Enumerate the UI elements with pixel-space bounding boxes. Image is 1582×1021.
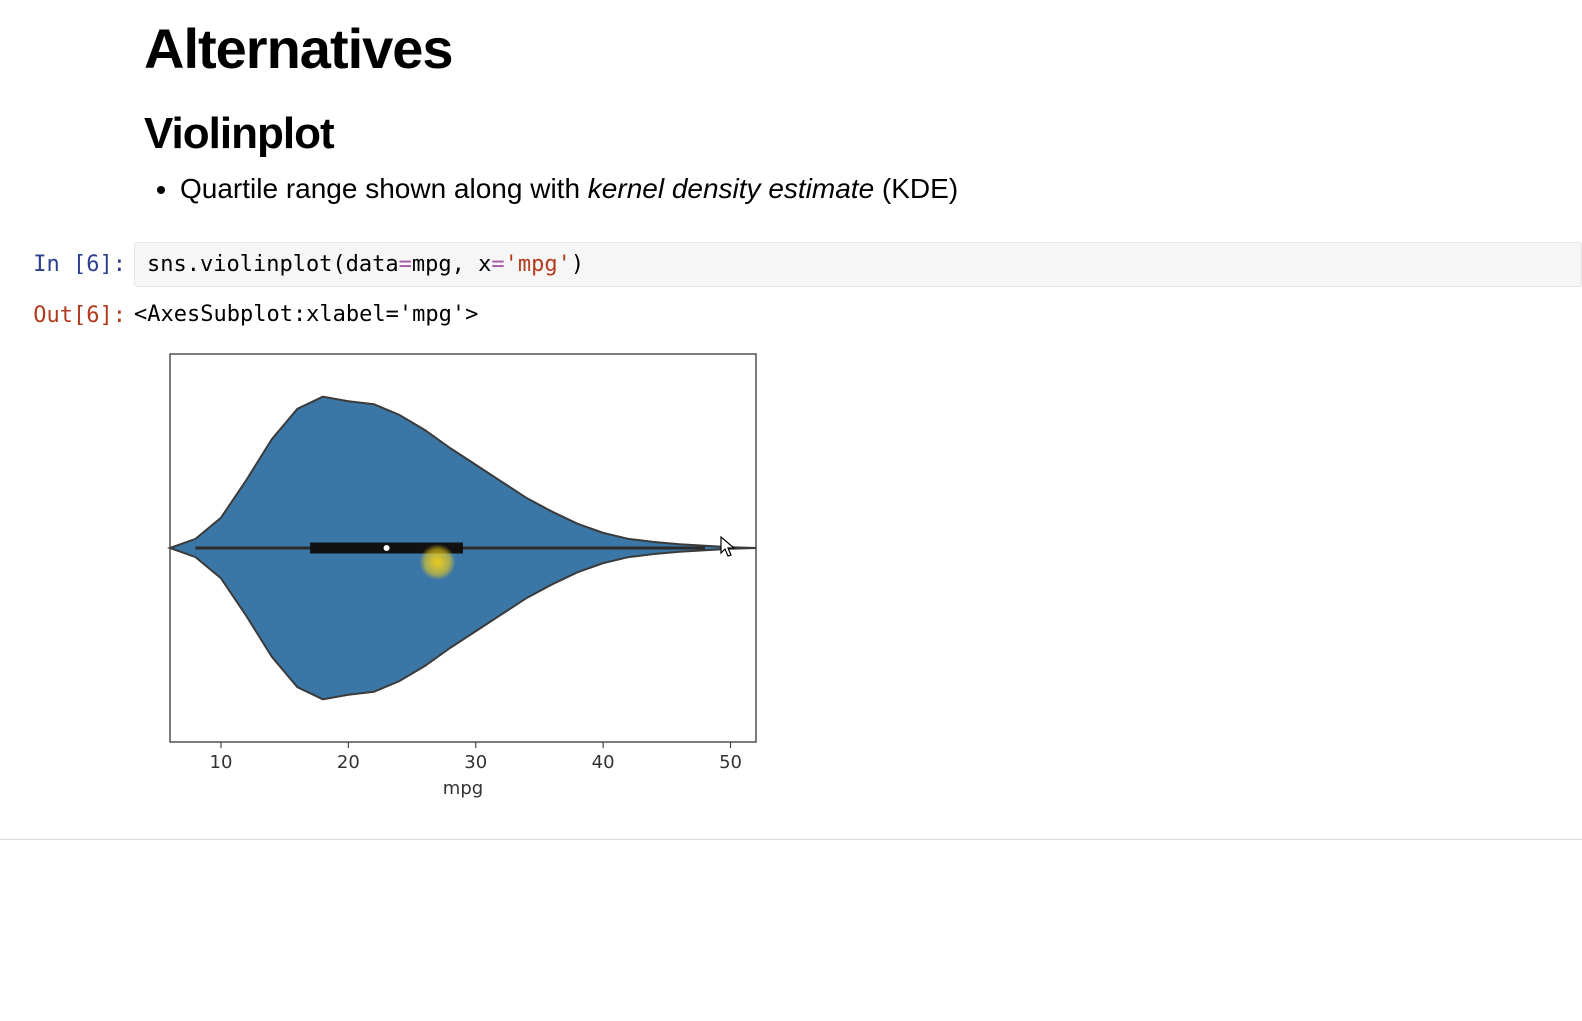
output-prompt: Out[6]: — [0, 293, 134, 328]
plot-output: 10 20 30 40 50 mpg — [158, 346, 1582, 811]
output-text: <AxesSubplot:xlabel='mpg'> — [134, 293, 1582, 327]
svg-text:30: 30 — [464, 752, 487, 773]
bullet-text-post: (KDE) — [874, 173, 958, 204]
input-cell: In [6]: sns.violinplot(data=mpg, x='mpg'… — [0, 242, 1582, 287]
heading-alternatives: Alternatives — [144, 16, 1582, 81]
svg-text:mpg: mpg — [443, 778, 483, 799]
output-cell: Out[6]: <AxesSubplot:xlabel='mpg'> — [0, 293, 1582, 328]
bullet-text-em: kernel density estimate — [588, 173, 874, 204]
svg-text:20: 20 — [337, 752, 360, 773]
cell-divider — [0, 839, 1582, 840]
svg-text:40: 40 — [592, 752, 615, 773]
markdown-cell: Alternatives Violinplot Quartile range s… — [0, 16, 1582, 206]
svg-text:50: 50 — [719, 752, 742, 773]
bullet-text-pre: Quartile range shown along with — [180, 173, 588, 204]
code-token: sns.violinplot(data — [147, 252, 399, 277]
bullet-list: Quartile range shown along with kernel d… — [180, 171, 1582, 206]
code-token: mpg, x — [412, 252, 491, 277]
input-code[interactable]: sns.violinplot(data=mpg, x='mpg') — [134, 242, 1582, 287]
code-token: 'mpg' — [505, 252, 571, 277]
code-token: = — [399, 252, 412, 277]
heading-violinplot: Violinplot — [144, 109, 1582, 159]
code-token: ) — [571, 252, 584, 277]
input-prompt: In [6]: — [0, 242, 134, 277]
code-token: = — [491, 252, 504, 277]
bullet-item: Quartile range shown along with kernel d… — [180, 171, 1582, 206]
violin-plot: 10 20 30 40 50 mpg — [158, 346, 768, 806]
svg-text:10: 10 — [210, 752, 233, 773]
